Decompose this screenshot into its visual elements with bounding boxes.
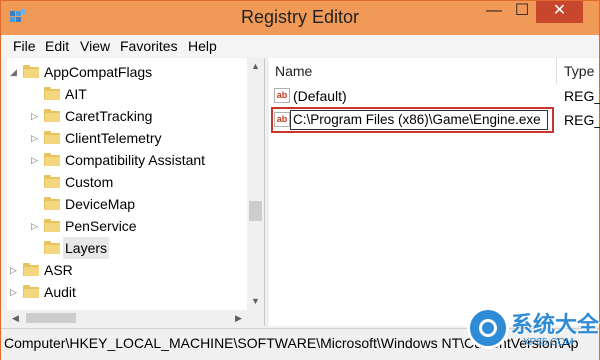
folder-icon (23, 65, 39, 78)
tree-item[interactable]: ▷ PenService (7, 215, 247, 237)
expander-icon[interactable]: ▷ (10, 259, 20, 281)
value-row[interactable]: ab (Default) REG_ (269, 85, 600, 107)
tree-item-label: CaretTracking (65, 108, 153, 124)
tree-item-label: ASR (44, 262, 73, 278)
tree-horizontal-scrollbar[interactable]: ◀ ▶ (7, 310, 247, 326)
folder-icon (44, 131, 60, 144)
expander-icon[interactable]: ▷ (31, 215, 41, 237)
string-value-icon: ab (274, 88, 290, 103)
folder-icon (44, 197, 60, 210)
tree-item-label: AIT (65, 86, 87, 102)
folder-icon (44, 175, 60, 188)
folder-open-icon (44, 241, 60, 254)
scroll-down-arrow-icon[interactable]: ▼ (247, 293, 264, 310)
scroll-right-arrow-icon[interactable]: ▶ (230, 310, 247, 326)
tree-item[interactable]: ▷ Audit (7, 281, 247, 303)
value-row[interactable]: ab C:\Program Files (x86)\Game\Engine.ex… (269, 109, 600, 131)
tree-item-label: Custom (65, 174, 114, 190)
menu-bar: File Edit View Favorites Help (1, 35, 599, 57)
menu-view[interactable]: View (80, 38, 110, 54)
tree-item-selected[interactable]: Layers (7, 237, 247, 259)
tree-item-label: PenService (65, 218, 137, 234)
expander-icon[interactable]: ▷ (31, 127, 41, 149)
folder-icon (44, 109, 60, 122)
expander-icon[interactable]: ▷ (31, 105, 41, 127)
tree-item[interactable]: ◢ AppCompatFlags (7, 61, 247, 83)
folder-icon (44, 87, 60, 100)
close-button[interactable]: ✕ (536, 1, 583, 23)
menu-help[interactable]: Help (188, 38, 217, 54)
menu-file[interactable]: File (13, 38, 36, 54)
folder-icon (44, 153, 60, 166)
key-tree-pane[interactable]: ◢ AppCompatFlags AIT ▷ CaretTracking ▷ C… (7, 58, 265, 326)
maximize-button[interactable]: ☐ (509, 1, 535, 23)
menu-edit[interactable]: Edit (45, 38, 69, 54)
scroll-thumb[interactable] (249, 201, 262, 221)
tree-item-label: DeviceMap (65, 196, 136, 212)
folder-icon (44, 219, 60, 232)
value-type: REG_ (564, 112, 600, 128)
watermark-logo: 系统大全 XP85.COM (467, 301, 599, 359)
tree-item[interactable]: DeviceMap (7, 193, 247, 215)
scroll-corner (247, 310, 264, 326)
expander-icon[interactable]: ▷ (31, 149, 41, 171)
value-type: REG_ (564, 88, 600, 104)
tree-item-label: Compatibility Assistant (65, 152, 206, 168)
scroll-left-arrow-icon[interactable]: ◀ (7, 310, 24, 326)
tree-item[interactable]: ▷ ASR (7, 259, 247, 281)
tree-item[interactable]: ▷ ClientTelemetry (7, 127, 247, 149)
logo-icon (467, 307, 509, 349)
folder-icon (23, 285, 39, 298)
tree-item-label: Audit (44, 284, 76, 300)
watermark-site: XP85.COM (523, 337, 574, 348)
tree-item-label: ClientTelemetry (65, 130, 162, 146)
title-bar[interactable]: Registry Editor — ☐ ✕ (1, 1, 599, 35)
tree-vertical-scrollbar[interactable]: ▲ ▼ (247, 58, 264, 310)
expander-icon[interactable]: ▷ (10, 281, 20, 303)
column-header-type[interactable]: Type (564, 58, 594, 84)
tree-item[interactable]: ▷ CaretTracking (7, 105, 247, 127)
registry-editor-window: Registry Editor — ☐ ✕ File Edit View Fav… (0, 0, 600, 360)
tree-item[interactable]: ▷ Compatibility Assistant (7, 149, 247, 171)
value-name: (Default) (293, 88, 347, 104)
tree-item-label: Layers (63, 237, 110, 259)
watermark-brand: 系统大全 (511, 312, 600, 337)
tree-item-label: AppCompatFlags (44, 64, 153, 80)
expander-icon[interactable]: ◢ (10, 61, 20, 83)
scroll-up-arrow-icon[interactable]: ▲ (247, 58, 264, 75)
minimize-button[interactable]: — (481, 1, 507, 23)
tree-item[interactable]: AIT (7, 83, 247, 105)
folder-icon (23, 263, 39, 276)
column-header-name[interactable]: Name (275, 58, 312, 84)
value-name-edit-field[interactable]: C:\Program Files (x86)\Game\Engine.exe (290, 110, 548, 130)
scroll-thumb[interactable] (26, 313, 76, 323)
menu-favorites[interactable]: Favorites (120, 38, 178, 54)
tree-item[interactable]: Custom (7, 171, 247, 193)
values-list-pane[interactable]: Name Type ab (Default) REG_ ab C:\Progra… (269, 58, 600, 326)
column-divider[interactable] (556, 58, 557, 84)
string-value-icon: ab (274, 112, 290, 127)
